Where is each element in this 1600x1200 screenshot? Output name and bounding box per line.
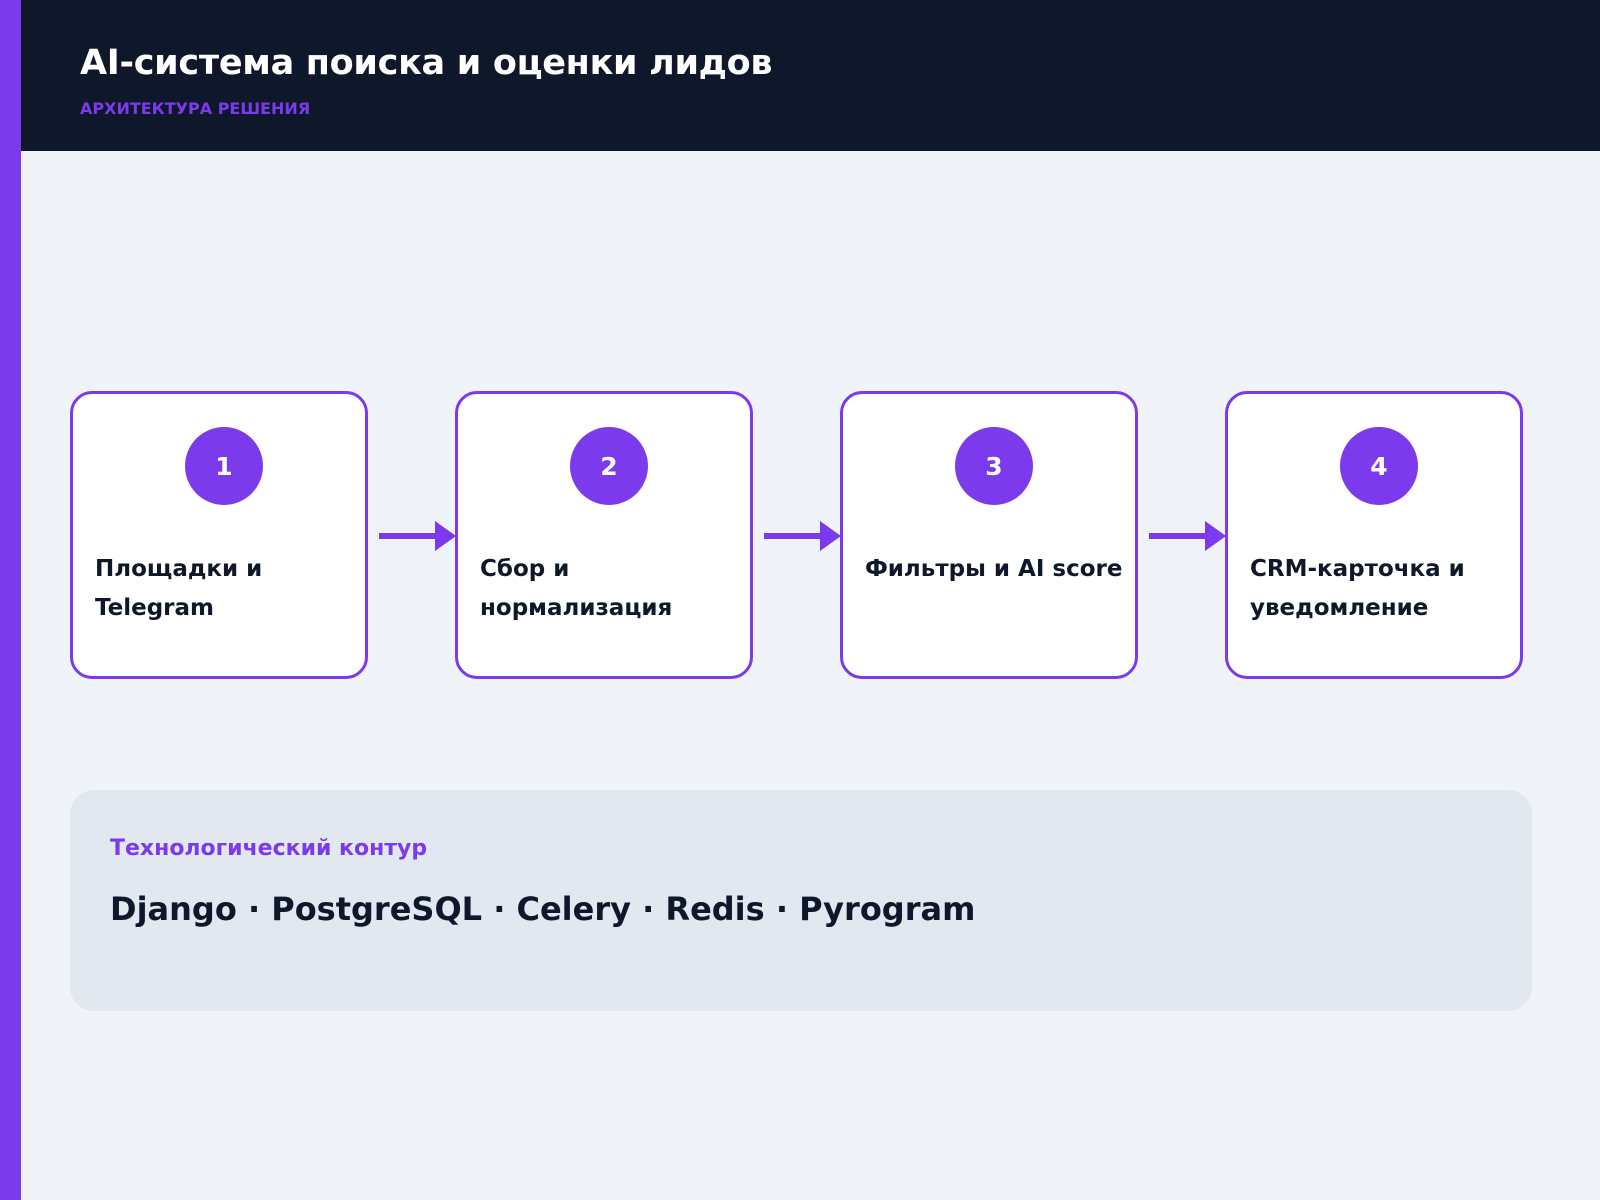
tech-stack-panel: Технологический контур Django · PostgreS… [70, 790, 1532, 1011]
step-card-2: 2 Сбор и нормализация [455, 391, 753, 679]
step-label: Площадки и Telegram [95, 556, 263, 621]
step-label: Фильтры и AI score [865, 556, 1123, 582]
step-card-1: 1 Площадки и Telegram [70, 391, 368, 679]
header: AI-система поиска и оценки лидов АРХИТЕК… [21, 0, 1600, 151]
left-accent-bar [0, 0, 21, 1200]
step-label: CRM-карточка и уведомление [1250, 556, 1465, 621]
step-number-badge: 2 [570, 427, 648, 505]
step-number-badge: 1 [185, 427, 263, 505]
tech-stack-heading: Технологический контур [110, 836, 428, 861]
arrow-right-icon [1149, 521, 1226, 551]
page-title: AI-система поиска и оценки лидов [80, 43, 773, 83]
step-label: Сбор и нормализация [480, 556, 673, 621]
tech-stack-list: Django · PostgreSQL · Celery · Redis · P… [110, 890, 976, 928]
step-card-3: 3 Фильтры и AI score [840, 391, 1138, 679]
step-number-badge: 4 [1340, 427, 1418, 505]
arrow-right-icon [764, 521, 841, 551]
step-number-badge: 3 [955, 427, 1033, 505]
step-card-4: 4 CRM-карточка и уведомление [1225, 391, 1523, 679]
page-subtitle: АРХИТЕКТУРА РЕШЕНИЯ [80, 99, 311, 118]
arrow-right-icon [379, 521, 456, 551]
